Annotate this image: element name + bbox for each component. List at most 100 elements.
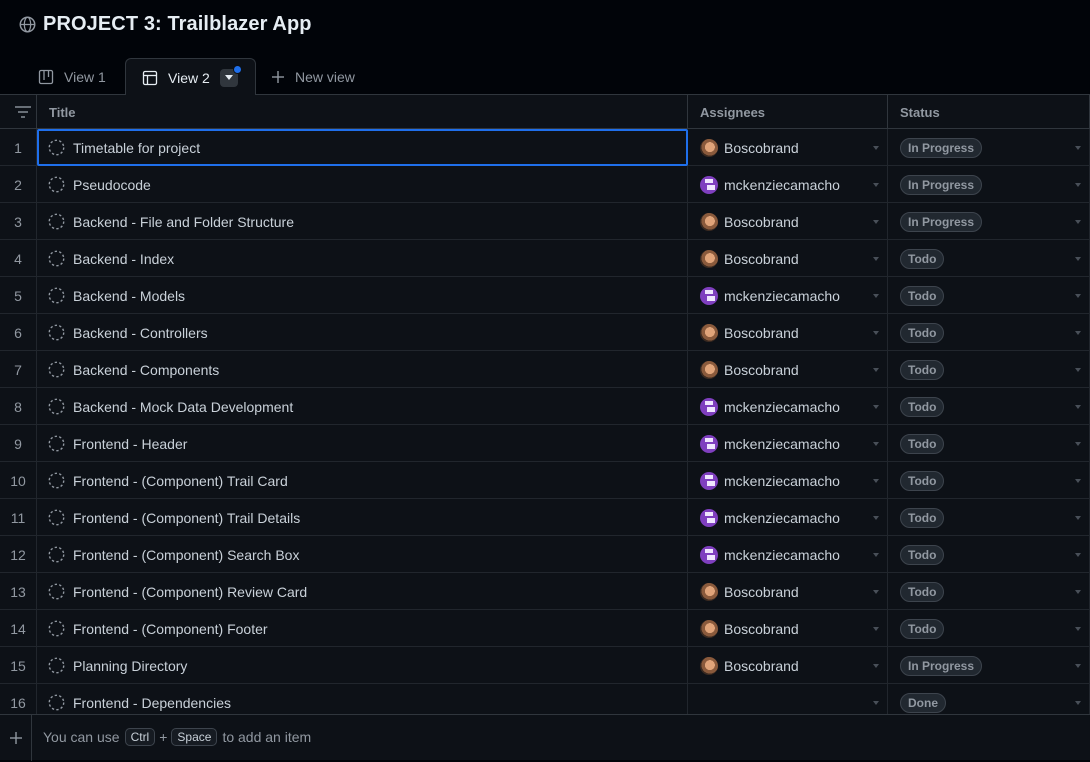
item-title[interactable]: Timetable for project xyxy=(73,140,200,156)
chevron-down-icon[interactable] xyxy=(1075,183,1081,187)
row-number[interactable]: 8 xyxy=(0,388,37,425)
assignee-cell[interactable]: mckenziecamacho xyxy=(688,277,888,314)
column-header-assignees[interactable]: Assignees xyxy=(688,95,888,129)
chevron-down-icon[interactable] xyxy=(1075,331,1081,335)
chevron-down-icon[interactable] xyxy=(1075,368,1081,372)
title-cell[interactable]: Frontend - Header xyxy=(37,425,688,462)
chevron-down-icon[interactable] xyxy=(1075,442,1081,446)
table-row[interactable]: 6 Backend - Controllers Boscobrand Todo xyxy=(0,314,1090,351)
chevron-down-icon[interactable] xyxy=(1075,553,1081,557)
title-cell[interactable]: Frontend - (Component) Trail Card xyxy=(37,462,688,499)
tab-view-1[interactable]: View 1 xyxy=(38,58,106,95)
status-cell[interactable]: In Progress xyxy=(888,129,1090,166)
status-cell[interactable]: Todo xyxy=(888,314,1090,351)
row-number[interactable]: 6 xyxy=(0,314,37,351)
item-title[interactable]: Backend - File and Folder Structure xyxy=(73,214,294,230)
row-number[interactable]: 11 xyxy=(0,499,37,536)
chevron-down-icon[interactable] xyxy=(1075,479,1081,483)
chevron-down-icon[interactable] xyxy=(873,627,879,631)
chevron-down-icon[interactable] xyxy=(1075,664,1081,668)
assignee-cell[interactable]: mckenziecamacho xyxy=(688,425,888,462)
add-item-hint[interactable]: You can use Ctrl + Space to add an item xyxy=(43,728,311,746)
table-row[interactable]: 2 Pseudocode mckenziecamacho In Progress xyxy=(0,166,1090,203)
chevron-down-icon[interactable] xyxy=(1075,590,1081,594)
assignee-cell[interactable]: mckenziecamacho xyxy=(688,499,888,536)
item-title[interactable]: Backend - Controllers xyxy=(73,325,208,341)
chevron-down-icon[interactable] xyxy=(873,257,879,261)
row-number[interactable]: 5 xyxy=(0,277,37,314)
chevron-down-icon[interactable] xyxy=(873,516,879,520)
title-cell[interactable]: Frontend - (Component) Review Card xyxy=(37,573,688,610)
table-row[interactable]: 11 Frontend - (Component) Trail Details mc… xyxy=(0,499,1090,536)
chevron-down-icon[interactable] xyxy=(1075,627,1081,631)
add-item-button[interactable] xyxy=(0,715,32,761)
assignee-cell[interactable]: Boscobrand xyxy=(688,647,888,684)
table-row[interactable]: 7 Backend - Components Boscobrand Todo xyxy=(0,351,1090,388)
chevron-down-icon[interactable] xyxy=(873,479,879,483)
title-cell[interactable]: Backend - Controllers xyxy=(37,314,688,351)
assignee-cell[interactable]: Boscobrand xyxy=(688,573,888,610)
column-header-title[interactable]: Title xyxy=(37,95,688,129)
assignee-cell[interactable]: Boscobrand xyxy=(688,240,888,277)
status-cell[interactable]: Todo xyxy=(888,462,1090,499)
chevron-down-icon[interactable] xyxy=(873,146,879,150)
item-title[interactable]: Frontend - Dependencies xyxy=(73,695,231,711)
chevron-down-icon[interactable] xyxy=(873,220,879,224)
chevron-down-icon[interactable] xyxy=(1075,220,1081,224)
title-cell[interactable]: Backend - File and Folder Structure xyxy=(37,203,688,240)
row-number[interactable]: 2 xyxy=(0,166,37,203)
status-cell[interactable]: Todo xyxy=(888,536,1090,573)
status-cell[interactable]: Todo xyxy=(888,573,1090,610)
row-number[interactable]: 3 xyxy=(0,203,37,240)
title-cell[interactable]: Frontend - (Component) Trail Details xyxy=(37,499,688,536)
title-cell[interactable]: Backend - Models xyxy=(37,277,688,314)
assignee-cell[interactable]: mckenziecamacho xyxy=(688,388,888,425)
item-title[interactable]: Backend - Components xyxy=(73,362,219,378)
status-cell[interactable]: Todo xyxy=(888,351,1090,388)
chevron-down-icon[interactable] xyxy=(1075,257,1081,261)
assignee-cell[interactable] xyxy=(688,684,888,714)
assignee-cell[interactable]: Boscobrand xyxy=(688,351,888,388)
item-title[interactable]: Frontend - (Component) Footer xyxy=(73,621,268,637)
item-title[interactable]: Backend - Mock Data Development xyxy=(73,399,293,415)
row-number[interactable]: 13 xyxy=(0,573,37,610)
row-number[interactable]: 14 xyxy=(0,610,37,647)
row-number[interactable]: 7 xyxy=(0,351,37,388)
item-title[interactable]: Backend - Index xyxy=(73,251,174,267)
item-title[interactable]: Frontend - (Component) Search Box xyxy=(73,547,299,563)
chevron-down-icon[interactable] xyxy=(873,183,879,187)
table-row[interactable]: 1 Timetable for project Boscobrand In Progr… xyxy=(0,129,1090,166)
table-row[interactable]: 14 Frontend - (Component) Footer Boscobran… xyxy=(0,610,1090,647)
item-title[interactable]: Frontend - (Component) Trail Card xyxy=(73,473,288,489)
chevron-down-icon[interactable] xyxy=(1075,701,1081,705)
title-cell[interactable]: Pseudocode xyxy=(37,166,688,203)
status-cell[interactable]: Todo xyxy=(888,388,1090,425)
row-number[interactable]: 1 xyxy=(0,129,37,166)
table-row[interactable]: 12 Frontend - (Component) Search Box mcken… xyxy=(0,536,1090,573)
assignee-cell[interactable]: Boscobrand xyxy=(688,129,888,166)
row-number[interactable]: 15 xyxy=(0,647,37,684)
chevron-down-icon[interactable] xyxy=(873,331,879,335)
assignee-cell[interactable]: Boscobrand xyxy=(688,314,888,351)
row-number[interactable]: 16 xyxy=(0,684,37,714)
title-cell[interactable]: Frontend - (Component) Search Box xyxy=(37,536,688,573)
status-cell[interactable]: Todo xyxy=(888,240,1090,277)
chevron-down-icon[interactable] xyxy=(873,294,879,298)
table-row[interactable]: 13 Frontend - (Component) Review Card Bosc… xyxy=(0,573,1090,610)
item-title[interactable]: Frontend - (Component) Trail Details xyxy=(73,510,300,526)
table-row[interactable]: 15 Planning Directory Boscobrand In Progres… xyxy=(0,647,1090,684)
status-cell[interactable]: Done xyxy=(888,684,1090,714)
table-row[interactable]: 3 Backend - File and Folder Structure Bosc… xyxy=(0,203,1090,240)
new-view-button[interactable]: New view xyxy=(270,58,355,95)
title-cell[interactable]: Timetable for project xyxy=(37,129,688,166)
title-cell[interactable]: Frontend - Dependencies xyxy=(37,684,688,714)
row-number[interactable]: 4 xyxy=(0,240,37,277)
assignee-cell[interactable]: mckenziecamacho xyxy=(688,462,888,499)
column-header-status[interactable]: Status xyxy=(888,95,1090,129)
chevron-down-icon[interactable] xyxy=(873,701,879,705)
status-cell[interactable]: In Progress xyxy=(888,647,1090,684)
status-cell[interactable]: In Progress xyxy=(888,203,1090,240)
item-title[interactable]: Pseudocode xyxy=(73,177,151,193)
row-number[interactable]: 12 xyxy=(0,536,37,573)
status-cell[interactable]: Todo xyxy=(888,499,1090,536)
